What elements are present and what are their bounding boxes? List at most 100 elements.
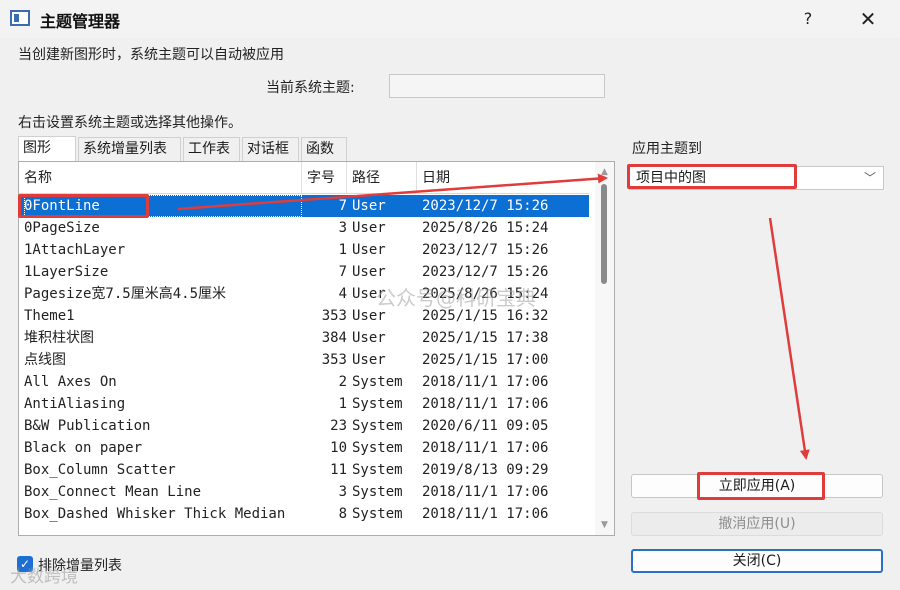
row-name: Theme1 [24,308,75,324]
watermark-text: 公众号@科研宝典 [376,286,536,310]
row-size: 7 [338,198,347,214]
title-bar [0,0,900,38]
column-header-name[interactable]: 名称 [19,162,302,194]
row-date: 2018/11/1 17:06 [422,440,549,456]
row-path: System [352,440,403,456]
row-path: System [352,506,403,522]
tab-dialog[interactable]: 对话框 [242,137,299,161]
row-date: 2018/11/1 17:06 [422,506,549,522]
table-row[interactable]: 点线图 353 User 2025/1/15 17:00 [19,349,589,371]
auto-apply-text: 当创建新图形时，系统主题可以自动被应用 [18,47,284,63]
close-button[interactable]: 关闭(C) [631,549,883,573]
scroll-thumb[interactable] [601,184,607,284]
row-name: 堆积柱状图 [24,330,94,346]
row-date: 2023/12/7 15:26 [422,198,549,214]
row-size: 23 [330,418,347,434]
scroll-down-icon[interactable]: ▼ [595,517,614,533]
row-size: 8 [338,506,347,522]
column-header-size[interactable]: 字号 [302,162,347,194]
table-row[interactable]: 0FontLine 7 User 2023/12/7 15:26 [19,195,589,217]
row-path: System [352,396,403,412]
current-theme-field [389,74,605,98]
table-row[interactable]: Box_Column Scatter 11 System 2019/8/13 09:2… [19,459,589,481]
row-name: Box_Connect Mean Line [24,484,202,500]
list-header: 名称 字号 路径 日期 [19,162,589,194]
row-name: All Axes On [24,374,117,390]
tab-graph[interactable]: 图形 [18,136,76,162]
table-row[interactable]: Box_Dashed Whisker Thick Median 8 System 20… [19,503,589,525]
table-row[interactable]: 0PageSize 3 User 2025/8/26 15:24 [19,217,589,239]
table-row[interactable]: AntiAliasing 1 System 2018/11/1 17:06 [19,393,589,415]
row-name: Box_Column Scatter [24,462,176,478]
row-date: 2023/12/7 15:26 [422,242,549,258]
table-row[interactable]: All Axes On 2 System 2018/11/1 17:06 [19,371,589,393]
row-path: System [352,418,403,434]
column-header-path[interactable]: 路径 [347,162,417,194]
row-size: 11 [330,462,347,478]
row-size: 353 [321,352,347,368]
undo-apply-button[interactable]: 撤消应用(U) [631,512,883,536]
scroll-up-icon[interactable]: ▲ [595,164,614,180]
chevron-down-icon: ﹀ [863,171,876,185]
row-path: User [352,198,386,214]
row-path: User [352,352,386,368]
row-size: 3 [338,220,347,236]
row-path: User [352,220,386,236]
help-button[interactable]: ? [796,7,820,31]
window-title: 主题管理器 [40,12,121,31]
row-size: 1 [338,396,347,412]
row-date: 2019/8/13 09:29 [422,462,549,478]
row-size: 353 [321,308,347,324]
row-path: User [352,264,386,280]
row-date: 2018/11/1 17:06 [422,374,549,390]
row-size: 3 [338,484,347,500]
theme-list[interactable]: 名称 字号 路径 日期 0FontLine 7 User 2023/12/7 15:2… [18,161,615,536]
row-path: System [352,462,403,478]
column-header-date[interactable]: 日期 [417,162,589,194]
row-name: B&W Publication [24,418,151,434]
row-name: Box_Dashed Whisker Thick Median [24,506,286,522]
row-size: 2 [338,374,347,390]
apply-target-select[interactable]: 项目中的图 ﹀ [629,166,884,190]
apply-to-label: 应用主题到 [632,141,702,157]
row-name: 1AttachLayer [24,242,126,258]
row-size: 4 [338,286,347,302]
row-name: Black on paper [24,440,143,456]
tab-worksheet[interactable]: 工作表 [183,137,240,161]
arrow-combo-to-apply [768,217,810,460]
row-path: User [352,330,386,346]
row-size: 7 [338,264,347,280]
row-name: AntiAliasing [24,396,126,412]
row-size: 384 [321,330,347,346]
row-path: System [352,484,403,500]
row-name: 0FontLine [24,195,302,217]
row-size: 10 [330,440,347,456]
row-size: 1 [338,242,347,258]
row-name: 点线图 [24,352,66,368]
table-row[interactable]: Black on paper 10 System 2018/11/1 17:06 [19,437,589,459]
table-row[interactable]: 1LayerSize 7 User 2023/12/7 15:26 [19,261,589,283]
close-icon[interactable]: ✕ [854,5,882,33]
app-icon [10,10,30,26]
row-path: User [352,242,386,258]
apply-target-value: 项目中的图 [636,170,706,186]
table-row[interactable]: B&W Publication 23 System 2020/6/11 09:05 [19,415,589,437]
table-row[interactable]: Box_Connect Mean Line 3 System 2018/11/1 17… [19,481,589,503]
row-date: 2023/12/7 15:26 [422,264,549,280]
apply-now-button[interactable]: 立即应用(A) [631,474,883,498]
vertical-scrollbar[interactable]: ▲ ▼ [595,162,614,535]
row-date: 2025/1/15 17:00 [422,352,549,368]
row-name: Pagesize宽7.5厘米高4.5厘米 [24,286,227,302]
tab-function[interactable]: 函数 [301,137,347,161]
row-date: 2020/6/11 09:05 [422,418,549,434]
row-name: 0PageSize [24,220,100,236]
table-row[interactable]: 堆积柱状图 384 User 2025/1/15 17:38 [19,327,589,349]
row-date: 2025/8/26 15:24 [422,220,549,236]
row-name: 1LayerSize [24,264,109,280]
current-theme-label: 当前系统主题: [266,80,355,96]
table-row[interactable]: 1AttachLayer 1 User 2023/12/7 15:26 [19,239,589,261]
watermark-bottom-text: 大数跨境 [10,567,78,587]
tab-system-increment-list[interactable]: 系统增量列表 [78,137,181,161]
row-date: 2018/11/1 17:06 [422,396,549,412]
row-date: 2018/11/1 17:06 [422,484,549,500]
